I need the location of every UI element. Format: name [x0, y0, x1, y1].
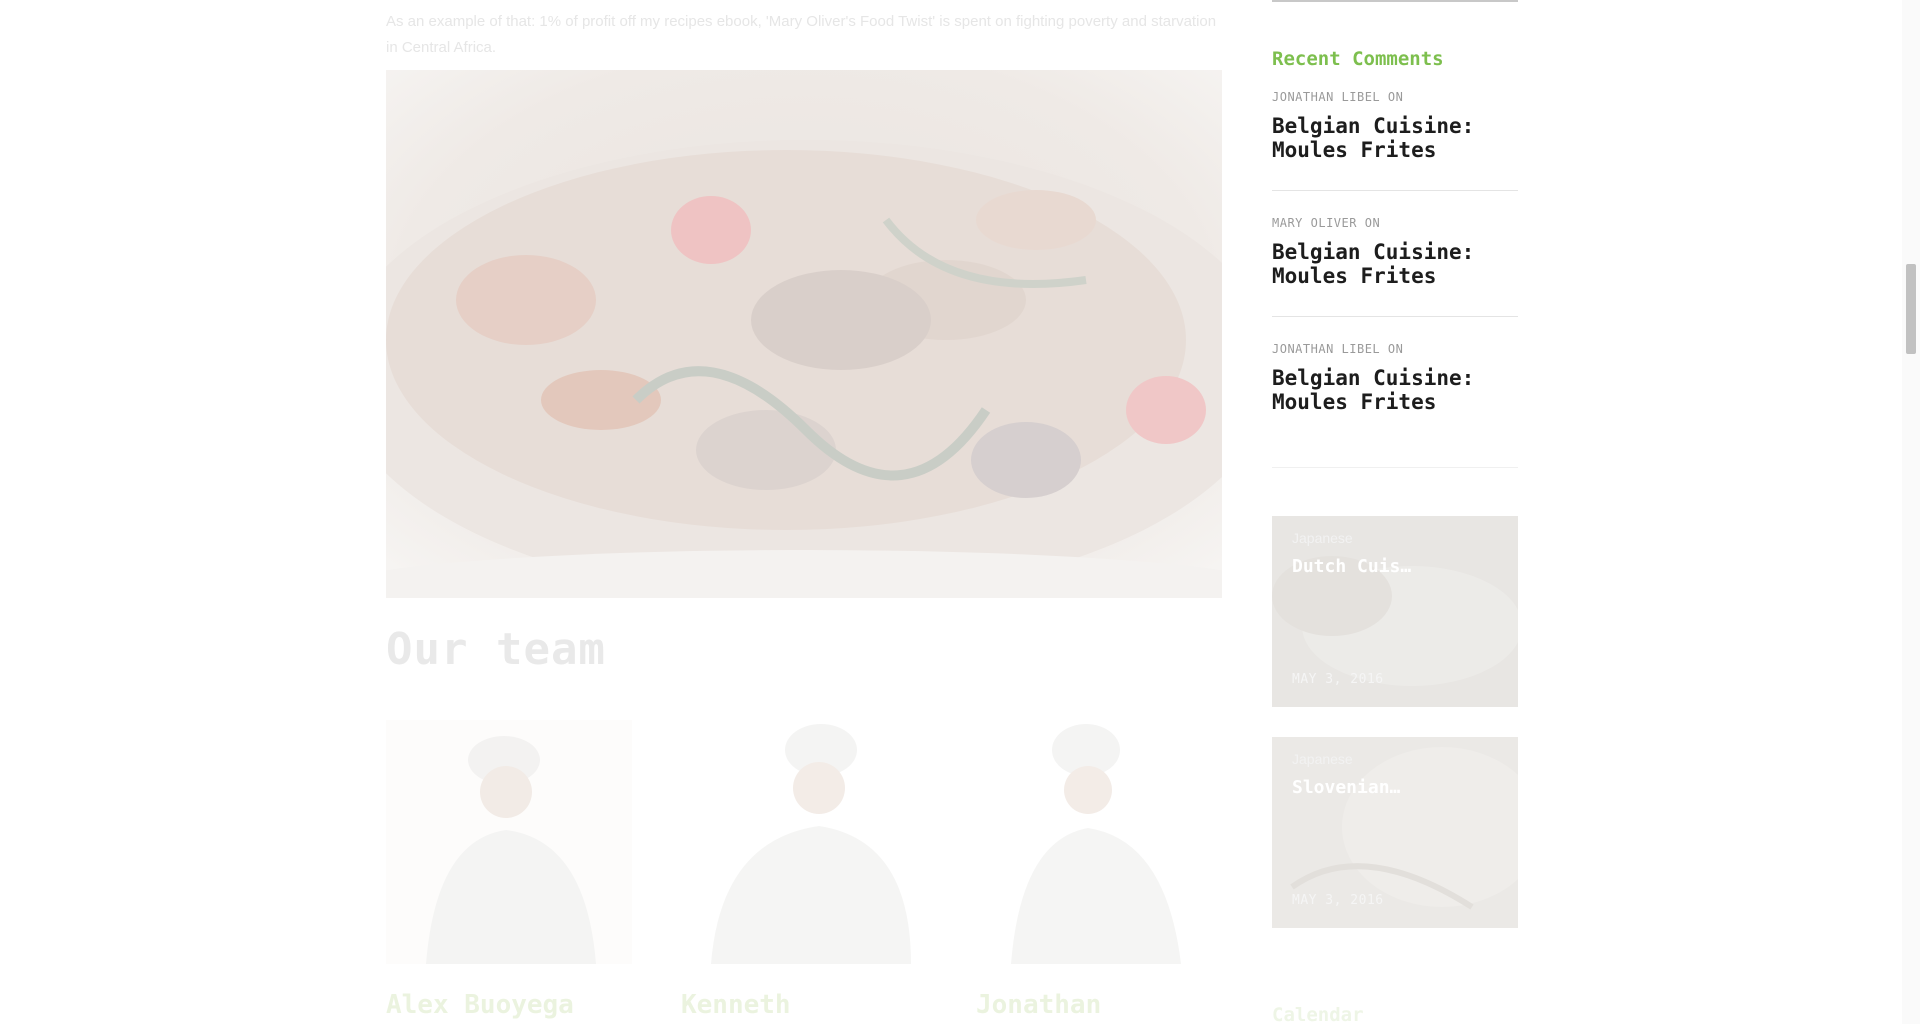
comment-item: JONATHAN LIBEL ON Belgian Cuisine: Moule…	[1272, 90, 1518, 191]
divider	[1272, 467, 1518, 468]
post-date: MAY 3, 2016	[1292, 672, 1384, 687]
comment-author[interactable]: MARY OLIVER	[1272, 216, 1357, 230]
comment-on: ON	[1364, 216, 1381, 230]
post-date: MAY 3, 2016	[1292, 893, 1384, 908]
team-member-photo	[976, 720, 1222, 964]
food-photo-illustration	[386, 70, 1222, 598]
team-member-photo	[386, 720, 632, 964]
team-member[interactable]: Jonathan	[976, 720, 1222, 1020]
comment-on: ON	[1387, 90, 1404, 104]
comment-post-link[interactable]: Belgian Cuisine: Moules Frites	[1272, 366, 1518, 414]
comment-on: ON	[1387, 342, 1404, 356]
team-member-name[interactable]: Jonathan	[976, 990, 1101, 1020]
post-title[interactable]: Dutch Cuis…	[1292, 556, 1411, 577]
calendar-title: Calendar	[1272, 1004, 1364, 1026]
recent-comments-title: Recent Comments	[1272, 48, 1444, 70]
comment-item: JONATHAN LIBEL ON Belgian Cuisine: Moule…	[1272, 342, 1518, 442]
featured-food-image	[386, 70, 1222, 598]
comment-author[interactable]: JONATHAN LIBEL	[1272, 342, 1380, 356]
team-member-photo	[681, 720, 927, 964]
comment-post-link[interactable]: Belgian Cuisine: Moules Frites	[1272, 114, 1518, 162]
vertical-scrollbar[interactable]	[1902, 0, 1920, 1024]
divider	[1272, 0, 1518, 2]
scrollbar-thumb[interactable]	[1906, 264, 1916, 354]
comment-meta: MARY OLIVER ON	[1272, 216, 1518, 230]
chef-photo	[976, 720, 1222, 964]
comment-meta: JONATHAN LIBEL ON	[1272, 342, 1518, 356]
comment-author[interactable]: JONATHAN LIBEL	[1272, 90, 1380, 104]
intro-paragraph: As an example of that: 1% of profit off …	[386, 13, 1217, 56]
section-title-our-team: Our team	[386, 624, 606, 675]
post-category[interactable]: Japanese	[1292, 530, 1353, 546]
chef-photo	[386, 720, 632, 964]
team-member-name[interactable]: Alex Buoyega	[386, 990, 574, 1020]
comment-meta: JONATHAN LIBEL ON	[1272, 90, 1518, 104]
comment-post-link[interactable]: Belgian Cuisine: Moules Frites	[1272, 240, 1518, 288]
post-category[interactable]: Japanese	[1292, 751, 1353, 767]
comment-item: MARY OLIVER ON Belgian Cuisine: Moules F…	[1272, 216, 1518, 317]
team-member[interactable]: Alex Buoyega	[386, 720, 632, 1020]
post-card[interactable]: Japanese Slovenian… MAY 3, 2016	[1272, 737, 1518, 928]
post-title[interactable]: Slovenian…	[1292, 777, 1400, 798]
team-member-name[interactable]: Kenneth	[681, 990, 791, 1020]
chef-photo	[681, 720, 927, 964]
team-member[interactable]: Kenneth	[681, 720, 927, 1020]
post-card[interactable]: Japanese Dutch Cuis… MAY 3, 2016	[1272, 516, 1518, 707]
